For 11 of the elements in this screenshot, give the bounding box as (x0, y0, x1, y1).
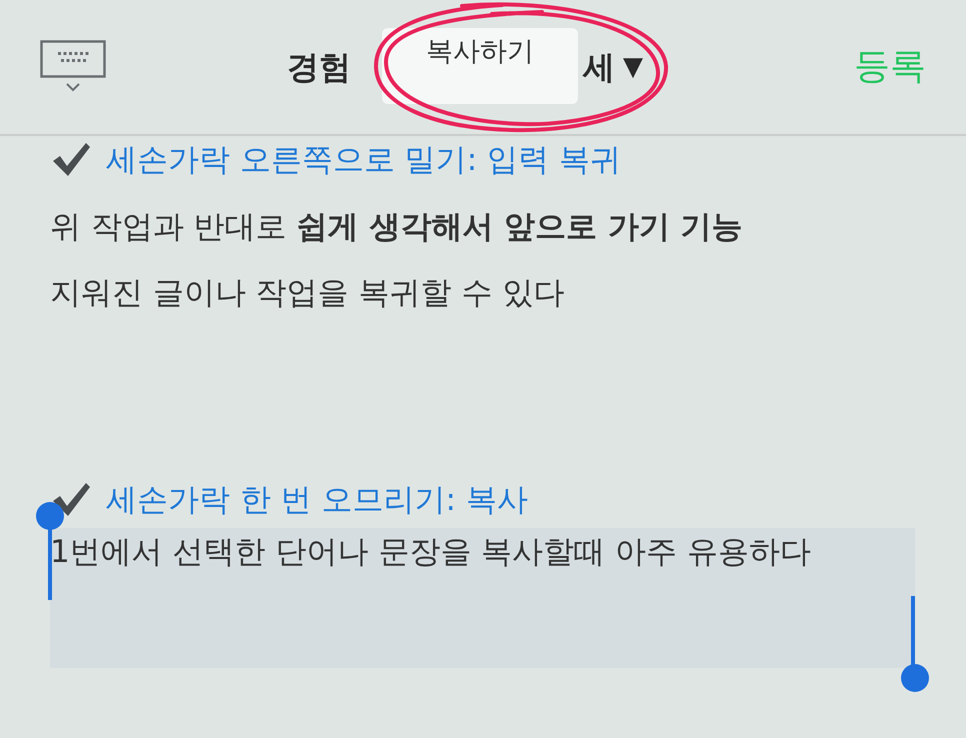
body-text: 1번에서 선택한 단어나 문장을 복사할때 아주 유용하다 (50, 533, 812, 572)
selection-end-handle[interactable] (901, 596, 929, 692)
body-text: 지워진 글이나 작업을 복귀할 수 있다 (50, 274, 566, 313)
title-text: 세 (583, 47, 615, 88)
copy-button[interactable]: 복사하기 (426, 32, 534, 72)
section-heading: 세손가락 한 번 오므리기: 복사 (106, 480, 528, 520)
keyboard-icon[interactable] (40, 40, 106, 94)
title-text: 경험 (287, 47, 351, 88)
dropdown-caret[interactable]: ▼ (623, 48, 643, 86)
section-heading: 세손가락 오른쪽으로 밀기: 입력 복귀 (106, 140, 621, 180)
body-text: 위 작업과 반대로 쉽게 생각해서 앞으로 가기 기능 (50, 208, 744, 247)
